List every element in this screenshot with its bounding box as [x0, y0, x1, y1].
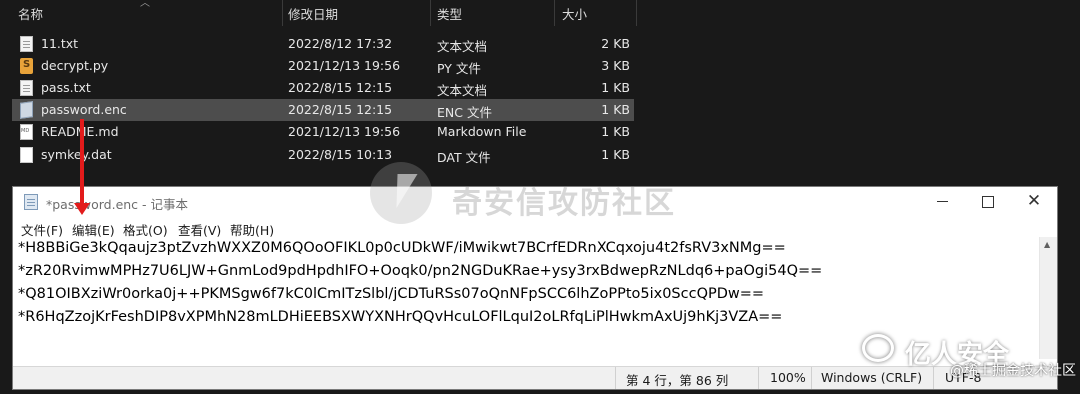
file-type: Markdown File: [437, 124, 527, 139]
sort-arrow-icon: ︿: [140, 0, 150, 9]
file-name: pass.txt: [41, 80, 91, 95]
watermark-logo-icon: [370, 162, 432, 224]
file-date: 2022/8/15 10:13: [288, 147, 393, 162]
file-row[interactable]: symkey.dat 2022/8/15 10:13 DAT 文件 1 KB: [12, 144, 634, 166]
file-size: 3 KB: [601, 58, 630, 73]
file-type: PY 文件: [437, 61, 481, 76]
close-button[interactable]: ✕: [1011, 187, 1057, 217]
file-name: 11.txt: [41, 36, 79, 51]
file-size: 1 KB: [601, 102, 630, 117]
column-divider[interactable]: [554, 0, 555, 26]
column-header-row: ︿ 名称 修改日期 类型 大小: [0, 0, 640, 26]
minimize-icon: [936, 201, 948, 202]
scroll-up-icon[interactable]: ▲: [1044, 240, 1050, 249]
file-name: password.enc: [41, 102, 127, 117]
file-size: 2 KB: [601, 36, 630, 51]
column-header-size[interactable]: 大小: [562, 4, 587, 23]
watermark-site-text: @稀土掘金技术社区: [950, 363, 1076, 379]
window-title: *password.enc - 记事本: [46, 197, 189, 212]
column-header-date[interactable]: 修改日期: [288, 4, 338, 23]
file-size: 1 KB: [601, 124, 630, 139]
dat-file-icon: [20, 147, 33, 163]
file-row[interactable]: pass.txt 2022/8/15 12:15 文本文档 1 KB: [12, 77, 634, 99]
status-bar: 第 4 行，第 86 列 100% Windows (CRLF) UTF-8: [13, 366, 1057, 389]
column-header-type[interactable]: 类型: [437, 4, 462, 23]
text-line: *H8BBiGe3kQqaujz3ptZvzhWXXZ0M6QOoOFIKL0p…: [18, 240, 786, 256]
file-type: 文本文档: [437, 39, 488, 54]
file-date: 2021/12/13 19:56: [288, 124, 401, 139]
minimize-button[interactable]: [919, 187, 965, 217]
file-explorer: ︿ 名称 修改日期 类型 大小 11.txt 2022/8/12 17:32 文…: [0, 0, 1080, 190]
text-line: *R6HqZzojKrFeshDIP8vXPMhN28mLDHiEEBSXWYX…: [18, 309, 783, 325]
file-date: 2022/8/12 17:32: [288, 36, 393, 51]
maximize-icon: [982, 195, 994, 208]
status-divider: [758, 367, 759, 389]
status-divider: [615, 367, 616, 389]
zoom-level: 100%: [770, 370, 806, 385]
file-size: 1 KB: [601, 147, 630, 162]
cursor-position: 第 4 行，第 86 列: [626, 373, 729, 388]
watermark-center-text: 奇安信攻防社区: [452, 186, 676, 221]
vertical-scrollbar[interactable]: ▲: [1039, 237, 1057, 359]
file-size: 1 KB: [601, 80, 630, 95]
enc-file-icon: [20, 101, 33, 119]
file-date: 2022/8/15 12:15: [288, 80, 393, 95]
file-date: 2022/8/15 12:15: [288, 102, 393, 117]
file-name: symkey.dat: [41, 147, 112, 162]
file-date: 2021/12/13 19:56: [288, 58, 401, 73]
file-row[interactable]: decrypt.py 2021/12/13 19:56 PY 文件 3 KB: [12, 55, 634, 77]
notepad-app-icon[interactable]: [24, 194, 38, 210]
column-divider[interactable]: [282, 0, 283, 26]
column-divider[interactable]: [636, 0, 637, 26]
file-name: decrypt.py: [41, 58, 109, 73]
text-line: *zR20RvimwMPHz7U6LJW+GnmLod9pdHpdhIFO+Oo…: [18, 263, 823, 279]
markdown-file-icon: [20, 124, 33, 140]
file-row[interactable]: README.md 2021/12/13 19:56 Markdown File…: [12, 121, 634, 143]
annotation-arrow-icon: [74, 119, 90, 215]
file-row[interactable]: 11.txt 2022/8/12 17:32 文本文档 2 KB: [12, 33, 634, 55]
close-icon: ✕: [1026, 191, 1042, 211]
text-line: *Q81OIBXziWr0orka0j++PKMSgw6f7kC0lCmITzS…: [18, 286, 765, 302]
file-row-selected[interactable]: password.enc 2022/8/15 12:15 ENC 文件 1 KB: [12, 99, 634, 121]
status-divider: [811, 367, 812, 389]
line-ending: Windows (CRLF): [821, 370, 923, 385]
text-file-icon: [20, 36, 33, 52]
column-divider[interactable]: [430, 0, 431, 26]
file-type: 文本文档: [437, 83, 488, 98]
wechat-icon: [862, 334, 894, 362]
file-type: ENC 文件: [437, 105, 492, 120]
text-file-icon: [20, 80, 33, 96]
maximize-button[interactable]: [965, 187, 1011, 217]
column-header-name[interactable]: 名称: [18, 4, 43, 23]
file-type: DAT 文件: [437, 150, 491, 165]
python-file-icon: [20, 58, 33, 74]
